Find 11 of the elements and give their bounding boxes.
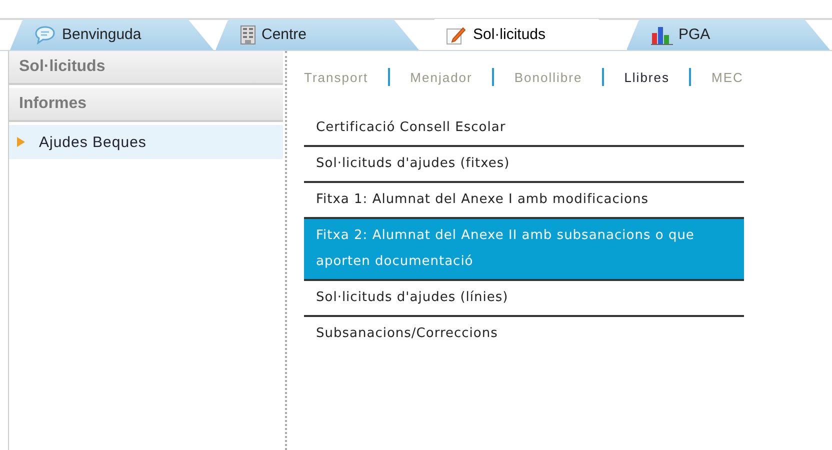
subnav-link[interactable]: Llibres: [624, 70, 670, 84]
sidebar-section-header: Sol·licituds: [9, 51, 283, 85]
bar-chart-icon: [650, 24, 672, 44]
sidebar-section-header: Informes: [9, 88, 283, 122]
arrow-bullet-icon: [17, 137, 25, 147]
speech-bubble-icon: [34, 24, 56, 44]
tab[interactable]: PGA: [626, 19, 830, 50]
tab[interactable]: Benvinguda: [10, 19, 214, 50]
tab[interactable]: Centre: [216, 19, 419, 50]
building-icon: [240, 24, 256, 44]
sidebar-item[interactable]: Ajudes Beques: [9, 125, 283, 159]
